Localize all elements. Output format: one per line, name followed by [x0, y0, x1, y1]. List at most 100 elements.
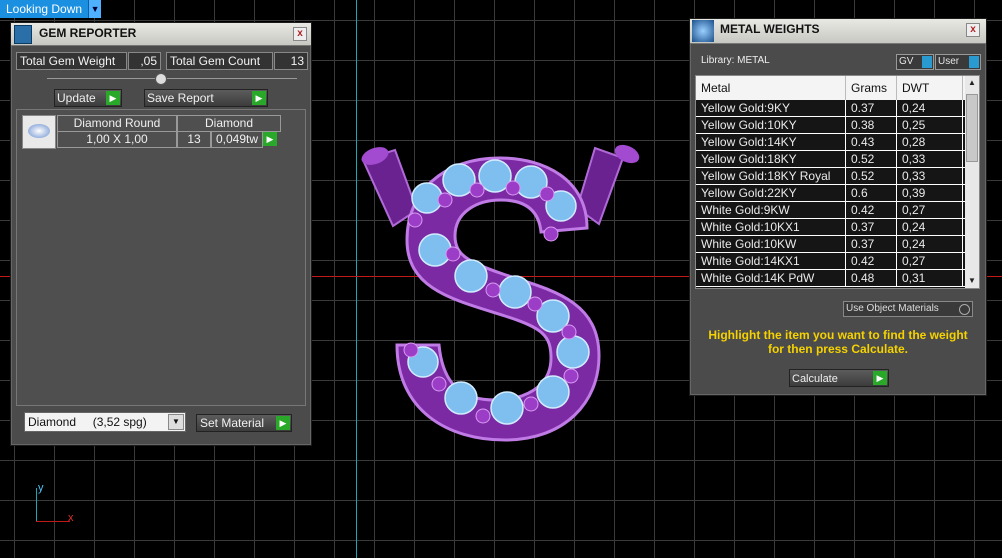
column-header-dwt[interactable]: DWT [897, 76, 963, 100]
gem-cell-size: 1,00 X 1,00 [57, 131, 177, 148]
gem-cell-name: Diamond Round [57, 115, 177, 132]
update-button[interactable]: Update ▶ [54, 89, 122, 107]
close-icon[interactable]: x [966, 23, 980, 37]
metal-weights-titlebar[interactable]: METAL WEIGHTS x [690, 19, 986, 44]
total-gem-count-value: 13 [274, 52, 308, 70]
calculate-button[interactable]: Calculate ▶ [789, 369, 889, 387]
metal-cell-metal: White Gold:9KW [696, 202, 846, 218]
metal-cell-metal: Yellow Gold:14KY [696, 134, 846, 150]
table-row[interactable]: White Gold:10KW 0.37 0,24 [696, 236, 979, 253]
save-report-button-label: Save Report [147, 91, 214, 105]
table-row[interactable]: Yellow Gold:18KY 0.52 0,33 [696, 151, 979, 168]
chevron-up-icon[interactable]: ▲ [965, 76, 979, 90]
gem-cell-type: Diamond [177, 115, 281, 132]
metal-table-scrollbar[interactable]: ▲ ▼ [965, 76, 979, 288]
total-gem-weight-label: Total Gem Weight [16, 52, 127, 70]
metal-cell-grams: 0.6 [846, 185, 897, 201]
table-row[interactable]: White Gold:9KW 0.42 0,27 [696, 202, 979, 219]
metal-cell-metal: White Gold:10KW [696, 236, 846, 252]
metal-cell-dwt: 0,27 [897, 253, 963, 269]
table-row[interactable]: White Gold:14KX1 0.42 0,27 [696, 253, 979, 270]
material-select[interactable]: Diamond (3,52 spg) ▼ [24, 412, 186, 432]
metal-weights-panel: METAL WEIGHTS x Library: METAL GV User M… [689, 18, 987, 396]
table-row[interactable]: Yellow Gold:22KY 0.6 0,39 [696, 185, 979, 202]
metal-table-body: Yellow Gold:9KY 0.37 0,24 Yellow Gold:10KY 0… [696, 100, 979, 287]
metal-cell-grams: 0.37 [846, 236, 897, 252]
table-row[interactable]: Yellow Gold:14KY 0.43 0,28 [696, 134, 979, 151]
left-bail [361, 147, 419, 228]
metal-cell-metal: White Gold:14K PdW [696, 270, 846, 286]
metal-cell-dwt: 0,33 [897, 168, 963, 184]
metal-cell-grams: 0.52 [846, 168, 897, 184]
gem-reporter-panel: GEM REPORTER x Total Gem Weight ,05 Tota… [10, 22, 312, 446]
column-header-grams[interactable]: Grams [846, 76, 897, 100]
gem-table-row[interactable]: Diamond Round Diamond 1,00 X 1,00 13 0,0… [22, 115, 281, 149]
save-report-button[interactable]: Save Report ▶ [144, 89, 268, 107]
table-row[interactable]: White Gold:14K PdW 0.48 0,31 [696, 270, 979, 287]
metal-cell-metal: Yellow Gold:22KY [696, 185, 846, 201]
column-header-metal[interactable]: Metal [696, 76, 846, 100]
view-dropdown[interactable]: Looking Down ▼ [0, 0, 102, 18]
metal-cell-metal: Yellow Gold:18KY Royal [696, 168, 846, 184]
metal-cell-metal: White Gold:14KX1 [696, 253, 846, 269]
table-row[interactable]: White Gold:10KX1 0.37 0,24 [696, 219, 979, 236]
axis-y-label: y [38, 482, 44, 494]
metal-table[interactable]: Metal Grams DWT Yellow Gold:9KY 0.37 0,24 Y… [695, 75, 980, 289]
s-pendant-model[interactable] [355, 140, 655, 450]
table-row[interactable]: Yellow Gold:10KY 0.38 0,25 [696, 117, 979, 134]
play-icon: ▶ [252, 91, 266, 105]
gem-reporter-titlebar[interactable]: GEM REPORTER x [11, 23, 311, 46]
axis-x-label: x [68, 512, 74, 524]
metal-cell-metal: Yellow Gold:10KY [696, 117, 846, 133]
total-gem-weight-value: ,05 [128, 52, 161, 70]
gem-list-area: Diamond Round Diamond 1,00 X 1,00 13 0,0… [16, 109, 306, 406]
metal-cell-dwt: 0,25 [897, 117, 963, 133]
metal-cell-dwt: 0,39 [897, 185, 963, 201]
metal-cell-dwt: 0,27 [897, 202, 963, 218]
gv-toggle[interactable]: GV [896, 54, 934, 70]
chevron-down-icon[interactable]: ▼ [965, 274, 979, 288]
chevron-down-icon[interactable]: ▼ [88, 0, 102, 18]
metal-cell-grams: 0.37 [846, 100, 897, 116]
splitter-handle[interactable] [47, 73, 297, 85]
set-material-button-label: Set Material [200, 416, 265, 430]
metal-cell-grams: 0.38 [846, 117, 897, 133]
user-toggle[interactable]: User [935, 54, 981, 70]
calculate-hint: Highlight the item you want to find the … [708, 328, 968, 356]
chevron-down-icon: ▼ [168, 414, 184, 430]
metal-cell-metal: White Gold:10KX1 [696, 219, 846, 235]
user-toggle-label: User [938, 56, 960, 67]
gv-toggle-label: GV [899, 56, 914, 67]
close-icon[interactable]: x [293, 27, 307, 41]
update-button-label: Update [57, 91, 96, 105]
library-label: Library: METAL [701, 55, 770, 66]
play-icon: ▶ [106, 91, 120, 105]
scrollbar-thumb[interactable] [966, 94, 978, 162]
material-select-value: Diamond (3,52 spg) [28, 415, 147, 429]
metal-cell-grams: 0.42 [846, 253, 897, 269]
metal-cell-grams: 0.43 [846, 134, 897, 150]
use-object-materials-toggle[interactable]: Use Object Materials [843, 301, 973, 317]
table-row[interactable]: Yellow Gold:9KY 0.37 0,24 [696, 100, 979, 117]
play-icon: ▶ [276, 416, 290, 430]
metal-cell-grams: 0.48 [846, 270, 897, 286]
use-object-materials-label: Use Object Materials [846, 303, 939, 314]
gem-cell-weight: 0,049tw [211, 131, 263, 148]
metal-cell-dwt: 0,24 [897, 219, 963, 235]
set-material-button[interactable]: Set Material ▶ [196, 414, 292, 432]
metal-cell-dwt: 0,24 [897, 236, 963, 252]
play-icon: ▶ [873, 371, 887, 385]
metal-cell-grams: 0.42 [846, 202, 897, 218]
metal-cell-metal: Yellow Gold:18KY [696, 151, 846, 167]
table-row[interactable]: Yellow Gold:18KY Royal 0.52 0,33 [696, 168, 979, 185]
view-dropdown-label: Looking Down [0, 0, 89, 18]
metal-cell-grams: 0.37 [846, 219, 897, 235]
diamond-thumbnail-icon [22, 115, 56, 149]
gem-row-go-icon[interactable]: ▶ [263, 132, 277, 146]
panel-title: GEM REPORTER [39, 26, 137, 40]
panel-title: METAL WEIGHTS [720, 22, 820, 36]
metal-cell-metal: Yellow Gold:9KY [696, 100, 846, 116]
metal-cell-dwt: 0,28 [897, 134, 963, 150]
axis-gizmo: y x [28, 482, 78, 526]
calculate-button-label: Calculate [792, 373, 838, 385]
